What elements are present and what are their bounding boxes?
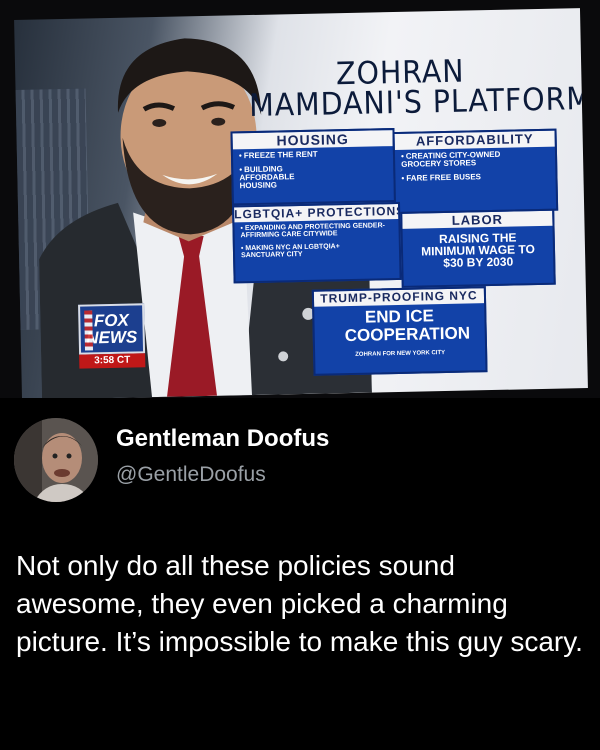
broadcast-frame: ZOHRAN MAMDANI'S PLATFORM HOUSING FREEZE… — [14, 8, 588, 398]
list-item: CREATING CITY-OWNED GROCERY STORES — [401, 150, 511, 169]
tweet-text: Not only do all these policies sound awe… — [16, 550, 583, 657]
avatar-image — [14, 418, 98, 502]
list-item: MAKING NYC AN LGBTQIA+ SANCTUARY CITY — [241, 243, 351, 259]
platform-headline: ZOHRAN MAMDANI'S PLATFORM — [248, 54, 588, 125]
trump-proofing-panel: TRUMP-PROOFING NYC END ICE COOPERATION Z… — [311, 286, 488, 376]
list-item: FREEZE THE RENT — [239, 149, 389, 161]
list-item: BUILDING AFFORDABLE HOUSING — [239, 164, 329, 190]
labor-panel: LABOR RAISING THE MINIMUM WAGE TO $30 BY… — [400, 208, 556, 288]
avatar[interactable] — [14, 418, 98, 502]
labor-body: RAISING THE MINIMUM WAGE TO $30 BY 2030 — [420, 230, 536, 271]
housing-panel: HOUSING FREEZE THE RENT BUILDING AFFORDA… — [230, 128, 396, 206]
tv-screenshot-image[interactable]: ZOHRAN MAMDANI'S PLATFORM HOUSING FREEZE… — [0, 0, 600, 398]
display-name[interactable]: Gentleman Doofus — [116, 425, 329, 453]
affordability-title: AFFORDABILITY — [394, 130, 555, 151]
trump-proofing-body: END ICE COOPERATION — [344, 306, 471, 346]
headline-line-2: MAMDANI'S PLATFORM — [248, 80, 588, 125]
list-item: EXPANDING AND PROTECTING GENDER-AFFIRMIN… — [240, 222, 394, 239]
broadcast-clock: 3:58 CT — [79, 353, 146, 369]
list-item: FARE FREE BUSES — [401, 172, 551, 183]
affordability-panel: AFFORDABILITY CREATING CITY-OWNED GROCER… — [392, 128, 559, 215]
fox-news-logo: FOX NEWS — [78, 303, 146, 355]
lgbtqia-panel: LGBTQIA+ PROTECTIONS EXPANDING AND PROTE… — [232, 201, 402, 284]
logo-stripe — [84, 310, 94, 351]
trump-proofing-footer: ZOHRAN FOR NEW YORK CITY — [355, 350, 446, 358]
user-handle[interactable]: @GentleDoofus — [116, 463, 266, 487]
